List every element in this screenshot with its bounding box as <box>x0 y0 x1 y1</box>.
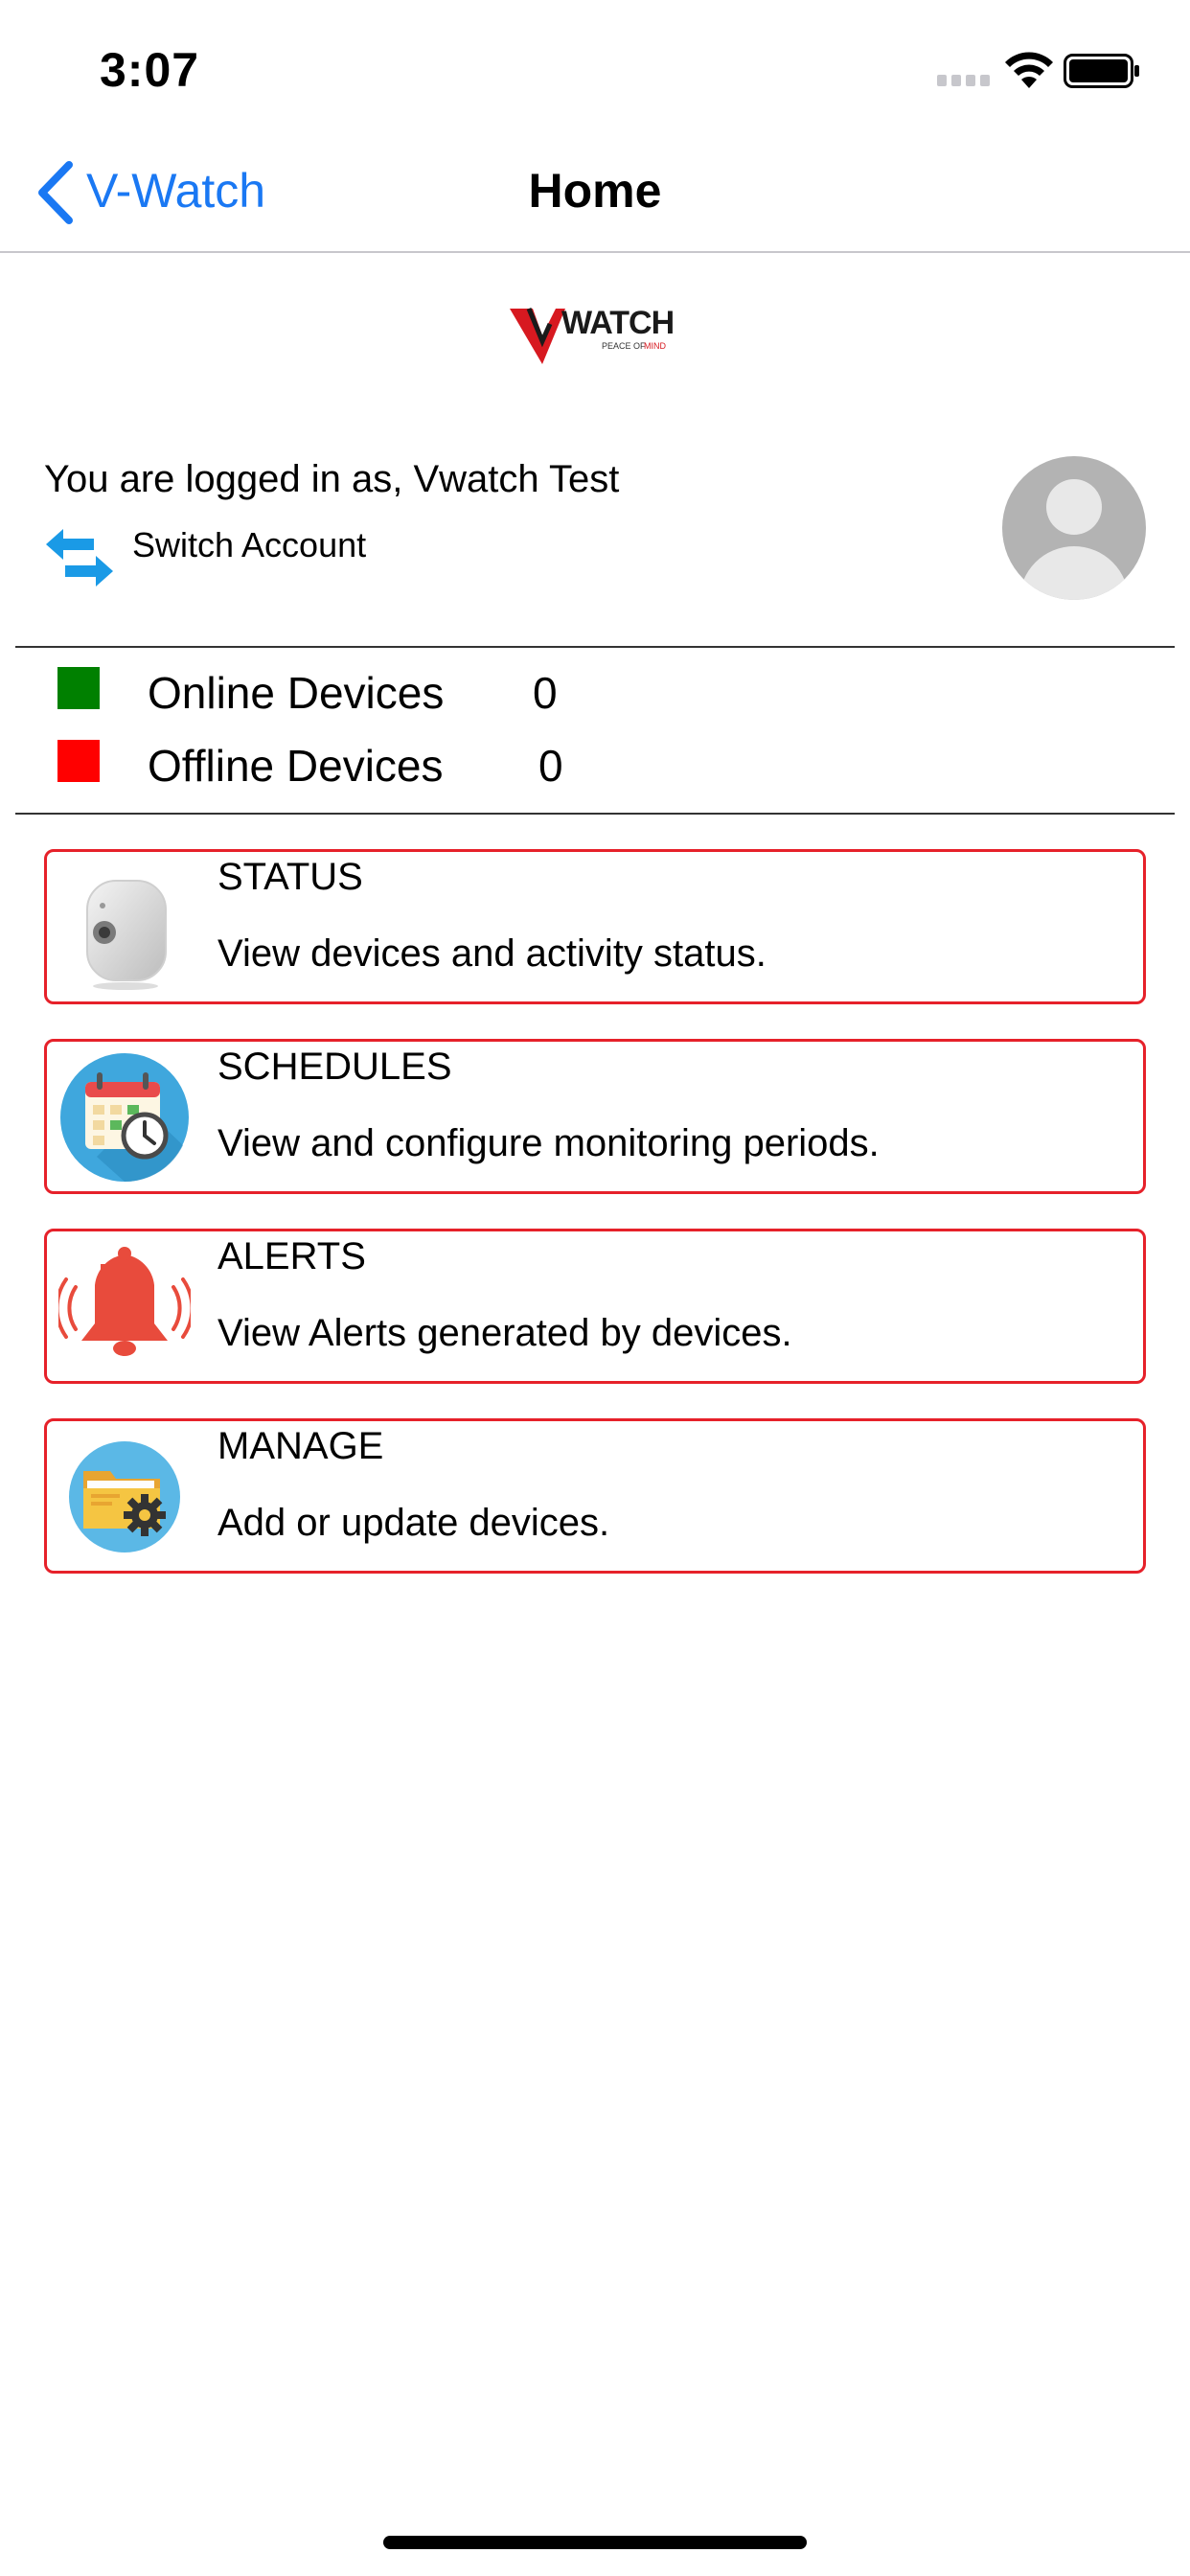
schedules-title: SCHEDULES <box>217 1046 452 1088</box>
divider <box>15 646 1175 648</box>
offline-devices-row: Offline Devices 0 <box>0 740 1190 807</box>
alerts-title: ALERTS <box>217 1235 366 1277</box>
home-indicator[interactable] <box>383 2536 807 2549</box>
manage-card[interactable]: MANAGE Add or update devices. <box>44 1418 1146 1574</box>
bell-icon <box>58 1247 191 1356</box>
svg-text:MIND: MIND <box>644 341 666 351</box>
avatar[interactable] <box>1002 456 1146 600</box>
alerts-card[interactable]: ALERTS View Alerts generated by devices. <box>44 1229 1146 1384</box>
logged-in-user-text: You are logged in as, Vwatch Test <box>44 458 620 500</box>
schedules-description: View and configure monitoring periods. <box>217 1122 880 1164</box>
manage-description: Add or update devices. <box>217 1502 610 1544</box>
svg-text:WATCH: WATCH <box>561 305 674 341</box>
switch-account-icon[interactable] <box>44 527 115 588</box>
online-devices-count: 0 <box>533 668 558 718</box>
status-title: STATUS <box>217 856 363 898</box>
svg-text:PEACE OF: PEACE OF <box>602 341 646 351</box>
offline-devices-count: 0 <box>538 741 563 791</box>
vwatch-logo: WATCH PEACE OF MIND <box>510 305 675 364</box>
camera-icon <box>86 880 167 990</box>
status-card[interactable]: STATUS View devices and activity status. <box>44 849 1146 1004</box>
online-devices-row: Online Devices 0 <box>0 667 1190 734</box>
avatar-head <box>1046 479 1102 535</box>
divider <box>15 813 1175 815</box>
status-description: View devices and activity status. <box>217 932 767 975</box>
calendar-clock-icon <box>60 1053 189 1183</box>
offline-devices-label: Offline Devices <box>148 741 444 791</box>
online-devices-label: Online Devices <box>148 668 445 718</box>
manage-title: MANAGE <box>217 1425 384 1467</box>
online-status-swatch <box>57 667 100 709</box>
offline-status-swatch <box>57 740 100 782</box>
navigation-bar: V-Watch Home <box>0 134 1190 253</box>
page-title: Home <box>528 164 662 218</box>
avatar-body <box>1019 546 1129 600</box>
battery-icon <box>1064 54 1139 88</box>
status-time: 3:07 <box>100 43 200 97</box>
folder-gear-icon <box>69 1441 180 1552</box>
cellular-signal-icon <box>937 75 991 86</box>
switch-account-link[interactable]: Switch Account <box>132 525 366 565</box>
wifi-icon <box>1005 52 1053 88</box>
schedules-card[interactable]: SCHEDULES View and configure monitoring … <box>44 1039 1146 1194</box>
status-bar: 3:07 <box>0 0 1190 134</box>
alerts-description: View Alerts generated by devices. <box>217 1312 792 1354</box>
